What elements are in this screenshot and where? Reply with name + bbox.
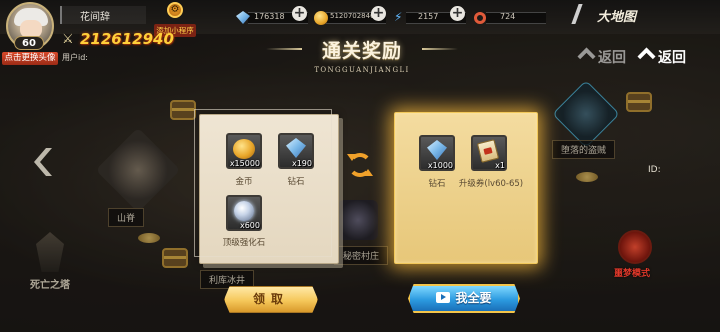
target-icon (474, 12, 486, 24)
nightmare-mode-icon[interactable] (618, 230, 652, 264)
item-name: 钻石 (428, 179, 446, 189)
video-icon (436, 292, 451, 303)
gold-coin-icon (314, 11, 328, 25)
item-quantity: x15000 (229, 159, 260, 168)
big-map-label: 大地图 (597, 10, 637, 25)
map-node-fallen-thief[interactable]: 堕落的盗贼 (548, 80, 628, 166)
item-name: 钻石 (287, 177, 305, 187)
reward-item-diamond[interactable]: x190 (278, 133, 314, 169)
id-label: ID: (648, 165, 661, 175)
claim-all-label: 我全要 (455, 291, 492, 305)
resource-value: 724 (500, 12, 516, 21)
item-quantity: x1000 (427, 161, 453, 170)
reward-item-gold[interactable]: x15000 (226, 133, 262, 169)
claim-button[interactable]: 领取 (224, 286, 318, 313)
map-coin-icon (576, 172, 598, 182)
reward-item-strengthen-stone[interactable]: x600 (226, 195, 262, 231)
item-quantity: x600 (239, 221, 260, 230)
reward-item-upgrade-ticket[interactable]: x1 (471, 135, 507, 171)
map-node-label: 山脊 (108, 208, 145, 227)
map-coin-icon (138, 233, 160, 243)
treasure-chest-icon[interactable] (626, 92, 652, 112)
add-mini-program-button[interactable]: ⚙ 添加小程序 (150, 2, 200, 37)
back-label: 返回 (598, 50, 626, 66)
swap-arrow (363, 169, 373, 176)
map-node-art (338, 200, 378, 240)
claim-all-button[interactable]: 我全要 (408, 284, 520, 313)
map-node-art (552, 80, 620, 148)
item-name: 金币 (235, 177, 253, 187)
map-node-label: 堕落的盗贼 (552, 140, 616, 159)
chevron-left-icon (637, 47, 655, 65)
swap-arrow (347, 154, 357, 161)
chevron-left-icon (577, 47, 595, 65)
item-quantity: x1 (495, 161, 505, 170)
reward-item-diamond[interactable]: x1000 (419, 135, 455, 171)
map-node-label: 死亡之塔 (30, 280, 70, 291)
swap-icon (345, 150, 375, 180)
big-map-button[interactable]: 大地图 (571, 0, 720, 30)
user-id-label: 用户id: (62, 53, 88, 62)
map-node-shanji[interactable]: 山脊 (78, 120, 188, 227)
gold-coin-icon (233, 139, 255, 159)
add-gold-button[interactable]: + (371, 6, 386, 21)
back-button-secondary[interactable]: 返回 (580, 47, 626, 67)
top-bar: 花间辞 ⚙ 添加小程序 176318 + 5120702846 + ⚡ 2157… (0, 0, 720, 37)
reward-panel-normal[interactable]: x15000 金币 x190 钻石 x600 顶级强化石 (194, 109, 339, 264)
combat-power-value: 212612940 (80, 30, 174, 48)
resource-value: 176318 (254, 12, 285, 21)
title-flourish (266, 48, 302, 50)
big-map-divider (571, 4, 583, 24)
item-quantity: x190 (291, 159, 312, 168)
back-button[interactable]: 返回 (640, 47, 686, 67)
player-level-badge: 60 (14, 36, 44, 50)
reward-panel-premium[interactable]: x1000 钻石 x1 升级券(lv60-65) (394, 112, 538, 264)
map-node-art (95, 127, 181, 213)
treasure-chest-icon[interactable] (170, 100, 196, 120)
item-name: 顶级强化石 (222, 238, 266, 248)
item-name: 升级券(lv60-65) (458, 179, 524, 189)
resource-value: 5120702846 (330, 12, 375, 20)
reward-dialog-title: 通关奖励 TONGGUANJIANGLI (262, 36, 462, 86)
change-avatar-button[interactable]: 点击更换头像 (2, 52, 58, 65)
resource-value-box (486, 12, 546, 24)
add-diamond-button[interactable]: + (292, 6, 307, 21)
title-flourish (422, 48, 458, 50)
page-subtitle: TONGGUANJIANGLI (314, 66, 410, 74)
map-node-death-tower[interactable]: 死亡之塔 (20, 228, 80, 292)
treasure-chest-icon[interactable] (162, 248, 188, 268)
map-node-art (36, 232, 64, 272)
mini-program-icon: ⚙ (167, 2, 183, 18)
strengthen-stone-icon (234, 201, 254, 221)
map-node-secret-village[interactable]: 秘密村庄 (330, 196, 390, 265)
crossed-swords-icon: ⚔ (62, 32, 74, 47)
map-node-label: 秘密村庄 (334, 246, 389, 265)
energy-icon: ⚡ (394, 10, 403, 24)
player-name: 花间辞 (80, 12, 110, 23)
resource-value: 2157 (418, 12, 439, 21)
add-energy-button[interactable]: + (450, 6, 465, 21)
back-label: 返回 (658, 50, 686, 66)
nightmare-mode-label[interactable]: 噩梦模式 (614, 266, 650, 279)
